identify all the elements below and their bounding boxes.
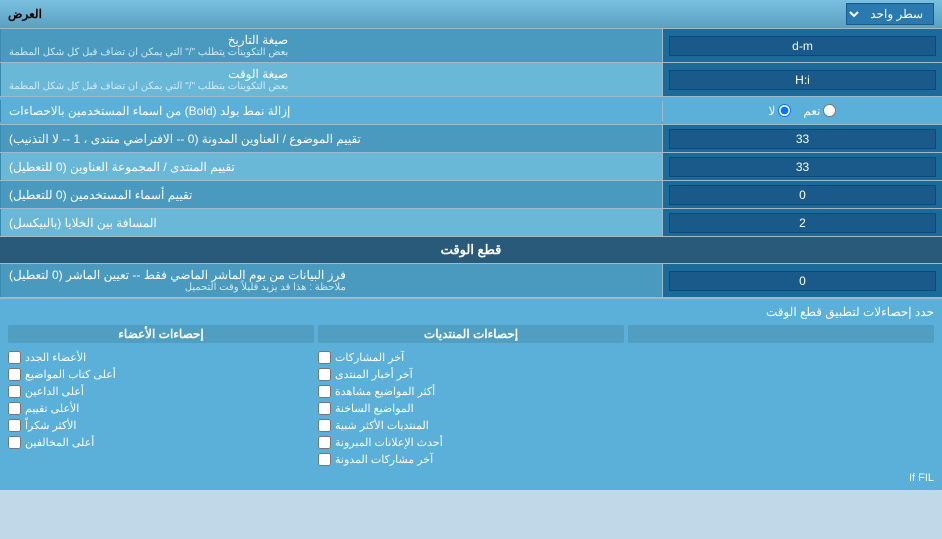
col2-header: إحصاءات المنتديات bbox=[318, 325, 624, 343]
cb-most-thanked-check[interactable] bbox=[8, 419, 21, 432]
cb-top-violators-check[interactable] bbox=[8, 436, 21, 449]
header-right-label: العرض bbox=[8, 7, 42, 21]
bold-yes-label[interactable]: نعم bbox=[803, 104, 836, 118]
cb-top-inviters-check[interactable] bbox=[8, 385, 21, 398]
time-format-input[interactable] bbox=[669, 70, 936, 90]
main-container: سطر واحد سطرين ثلاثة أسطر العرض صيغة الت… bbox=[0, 0, 942, 490]
cb-hot-topics[interactable]: المواضيع الساخنة bbox=[318, 402, 624, 415]
cutoff-input[interactable] bbox=[669, 271, 936, 291]
user-order-input[interactable] bbox=[669, 185, 936, 205]
cutoff-input-area[interactable] bbox=[662, 264, 942, 297]
cb-top-rated[interactable]: الأعلى تقييم bbox=[8, 402, 314, 415]
bold-no-label[interactable]: لا bbox=[769, 104, 792, 118]
date-format-row: صيغة التاريخ بعض التكوينات يتطلب "/" الت… bbox=[0, 29, 942, 63]
cutoff-row: فرز البيانات من يوم الماشر الماضي فقط --… bbox=[0, 264, 942, 298]
bold-yes-radio[interactable] bbox=[823, 104, 836, 117]
user-order-label: تقييم أسماء المستخدمين (0 للتعطيل) bbox=[0, 181, 662, 208]
checkboxes-col-2: إحصاءات المنتديات آخر المشاركات آخر أخبا… bbox=[318, 325, 624, 466]
cb-top-forums-check[interactable] bbox=[318, 419, 331, 432]
cell-spacing-input[interactable] bbox=[669, 213, 936, 233]
col1-header: إحصاءات الأعضاء bbox=[8, 325, 314, 343]
bottom-note: If FIL bbox=[8, 472, 934, 484]
date-format-label: صيغة التاريخ بعض التكوينات يتطلب "/" الت… bbox=[0, 29, 662, 62]
forum-order-label: تقييم المنتدى / المجموعة العناوين (0 للت… bbox=[0, 153, 662, 180]
cb-announcements[interactable]: أحدث الإعلانات المبرونة bbox=[318, 436, 624, 449]
cb-blog-posts[interactable]: آخر مشاركات المدونة bbox=[318, 453, 624, 466]
topic-order-row: تقييم الموضوع / العناوين المدونة (0 -- ا… bbox=[0, 125, 942, 153]
bottom-title-row: حدد إحصاءلات لتطبيق قطع الوقت bbox=[8, 305, 934, 319]
cb-forum-news-check[interactable] bbox=[318, 368, 331, 381]
cb-top-forums[interactable]: المنتديات الأكثر شبية bbox=[318, 419, 624, 432]
display-select[interactable]: سطر واحد سطرين ثلاثة أسطر bbox=[846, 3, 934, 25]
cb-most-viewed[interactable]: أكثر المواضيع مشاهدة bbox=[318, 385, 624, 398]
date-format-input[interactable] bbox=[669, 36, 936, 56]
date-format-input-area[interactable] bbox=[662, 29, 942, 62]
cell-spacing-row: المسافة بين الخلايا (بالبيكسل) bbox=[0, 209, 942, 237]
cb-hot-topics-check[interactable] bbox=[318, 402, 331, 415]
cb-top-writers[interactable]: أعلى كتاب المواضيع bbox=[8, 368, 314, 381]
time-format-row: صيغة الوقت بعض التكوينات يتطلب "/" التي … bbox=[0, 63, 942, 97]
user-order-input-area[interactable] bbox=[662, 181, 942, 208]
user-order-row: تقييم أسماء المستخدمين (0 للتعطيل) bbox=[0, 181, 942, 209]
cb-top-rated-check[interactable] bbox=[8, 402, 21, 415]
cb-new-members[interactable]: الأعضاء الجدد bbox=[8, 351, 314, 364]
topic-order-input-area[interactable] bbox=[662, 125, 942, 152]
bold-removal-label: إزالة نمط بولد (Bold) من اسماء المستخدمي… bbox=[0, 100, 662, 122]
cb-announcements-check[interactable] bbox=[318, 436, 331, 449]
cutoff-label: فرز البيانات من يوم الماشر الماضي فقط --… bbox=[0, 264, 662, 297]
cell-spacing-label: المسافة بين الخلايا (بالبيكسل) bbox=[0, 209, 662, 236]
stats-cutoff-label: حدد إحصاءلات لتطبيق قطع الوقت bbox=[8, 305, 934, 319]
cb-forum-news[interactable]: آخر أخبار المنتدى bbox=[318, 368, 624, 381]
cb-most-viewed-check[interactable] bbox=[318, 385, 331, 398]
display-selector[interactable]: سطر واحد سطرين ثلاثة أسطر bbox=[846, 3, 934, 25]
checkboxes-col-3 bbox=[628, 325, 934, 466]
cb-new-members-check[interactable] bbox=[8, 351, 21, 364]
checkboxes-col-1: إحصاءات الأعضاء الأعضاء الجدد أعلى كتاب … bbox=[8, 325, 314, 466]
cell-spacing-input-area[interactable] bbox=[662, 209, 942, 236]
topic-order-input[interactable] bbox=[669, 129, 936, 149]
bold-no-radio[interactable] bbox=[778, 104, 791, 117]
cb-top-writers-check[interactable] bbox=[8, 368, 21, 381]
top-header: سطر واحد سطرين ثلاثة أسطر العرض bbox=[0, 0, 942, 29]
cb-top-violators[interactable]: أعلى المخالفين bbox=[8, 436, 314, 449]
cb-top-inviters[interactable]: أعلى الداعين bbox=[8, 385, 314, 398]
bottom-section: حدد إحصاءلات لتطبيق قطع الوقت إحصاءات ال… bbox=[0, 298, 942, 490]
checkboxes-grid: إحصاءات المنتديات آخر المشاركات آخر أخبا… bbox=[8, 325, 934, 466]
cb-posts[interactable]: آخر المشاركات bbox=[318, 351, 624, 364]
cb-most-thanked[interactable]: الأكثر شكراً bbox=[8, 419, 314, 432]
forum-order-row: تقييم المنتدى / المجموعة العناوين (0 للت… bbox=[0, 153, 942, 181]
bold-radio-options[interactable]: نعم لا bbox=[662, 101, 942, 121]
time-format-label: صيغة الوقت بعض التكوينات يتطلب "/" التي … bbox=[0, 63, 662, 96]
col3-header bbox=[628, 325, 934, 343]
topic-order-label: تقييم الموضوع / العناوين المدونة (0 -- ا… bbox=[0, 125, 662, 152]
forum-order-input[interactable] bbox=[669, 157, 936, 177]
forum-order-input-area[interactable] bbox=[662, 153, 942, 180]
cutoff-section-header: قطع الوقت bbox=[0, 237, 942, 264]
bold-removal-row: نعم لا إزالة نمط بولد (Bold) من اسماء ال… bbox=[0, 97, 942, 125]
time-format-input-area[interactable] bbox=[662, 63, 942, 96]
cb-blog-posts-check[interactable] bbox=[318, 453, 331, 466]
cb-posts-check[interactable] bbox=[318, 351, 331, 364]
